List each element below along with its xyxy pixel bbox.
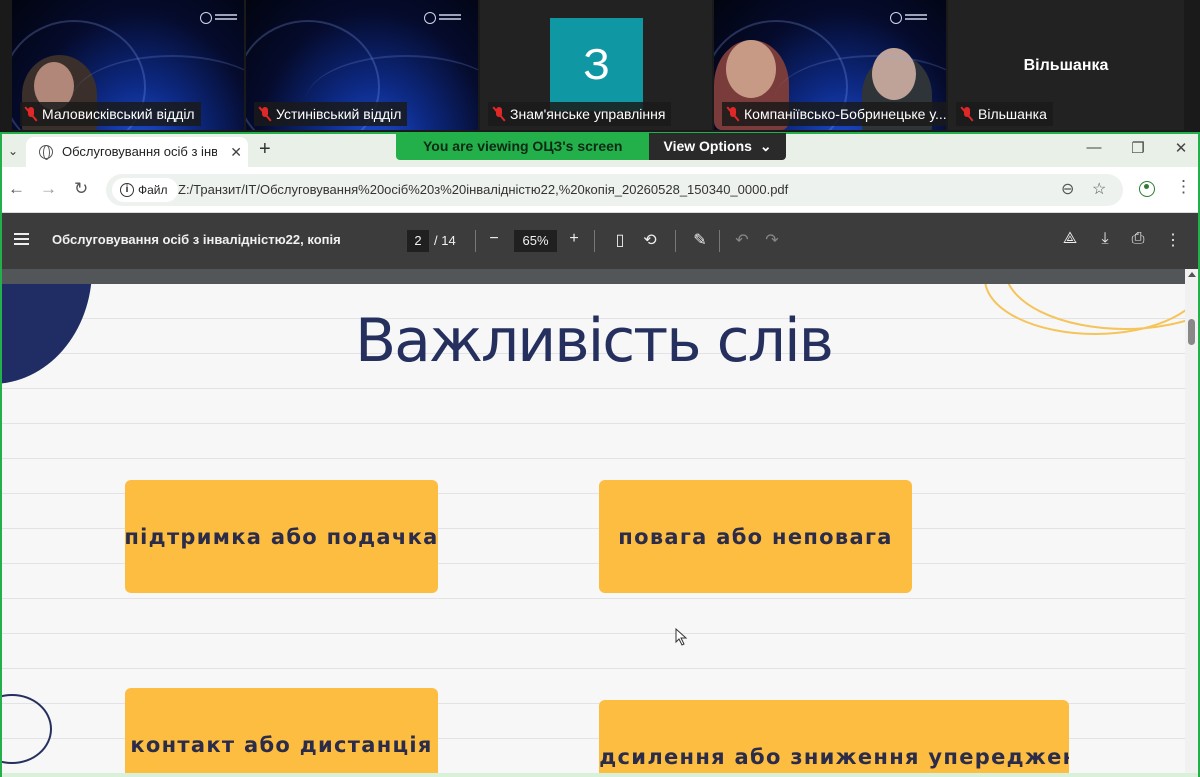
word-pair-card: підсилення або зниження упереджень: [599, 700, 1069, 777]
viewing-indicator: You are viewing ОЦЗ's screen: [396, 133, 650, 160]
participant-avatar: З: [550, 18, 643, 111]
zoom-meeting-window: Маловисківський відділ Устинівський відд…: [0, 0, 1200, 777]
bookmark-star-icon[interactable]: ☆: [1092, 179, 1106, 199]
page-count: / 14: [434, 233, 456, 248]
zoom-out-button[interactable]: −: [483, 230, 505, 248]
profile-icon[interactable]: [1139, 181, 1155, 197]
participant-name-tag: Вільшанка: [956, 102, 1053, 126]
participant-tile-1[interactable]: Маловисківський відділ: [12, 0, 244, 130]
file-chip-label: Файл: [138, 183, 168, 197]
participant-face: [872, 48, 916, 100]
card-text: повага або неповага: [618, 524, 893, 549]
participant-name-tag: Знам'янське управління: [488, 102, 672, 126]
pdf-viewport[interactable]: Важливість слів підтримка або подачка по…: [2, 269, 1198, 777]
pdf-scrollbar[interactable]: [1185, 269, 1198, 777]
mic-muted-icon: [258, 106, 272, 122]
tab-title: Обслуговування осіб з інвалід: [62, 144, 217, 159]
word-pair-card: контакт або дистанція: [125, 688, 438, 777]
participant-name: Компаніївсько-Бобринецьке у...: [744, 106, 946, 122]
close-window-button[interactable]: ✕: [1167, 139, 1195, 157]
slide-title: Важливість слів: [354, 306, 834, 376]
scroll-up-icon[interactable]: [1188, 272, 1196, 277]
decorative-ellipse: [2, 694, 52, 764]
word-pair-card: підтримка або подачка: [125, 480, 438, 593]
redo-icon[interactable]: ↷: [761, 230, 783, 250]
toolbar-divider: [719, 230, 720, 252]
participant-name: Вільшанка: [978, 106, 1047, 122]
annotate-pen-icon[interactable]: ✎: [689, 230, 711, 250]
participant-name: Маловисківський відділ: [42, 106, 195, 122]
mic-muted-icon: [726, 106, 740, 122]
participant-tile-5[interactable]: Вільшанка Вільшанка: [948, 0, 1184, 130]
participant-name: Знам'янське управління: [510, 106, 666, 122]
participant-tile-4[interactable]: Компаніївсько-Бобринецьке у...: [714, 0, 946, 130]
participant-face: [726, 40, 776, 98]
org-logo-icon: [200, 12, 238, 24]
zoom-icon[interactable]: ⊖: [1061, 179, 1074, 199]
participant-tile-2[interactable]: Устинівський відділ: [246, 0, 478, 130]
page-number-input[interactable]: 2: [407, 230, 429, 252]
org-logo-icon: [890, 12, 928, 24]
org-logo-icon: [424, 12, 462, 24]
word-pair-card: повага або неповага: [599, 480, 912, 593]
participant-name-tag: Компаніївсько-Бобринецьке у...: [722, 102, 946, 126]
reload-button[interactable]: ↻: [74, 179, 88, 199]
mouse-cursor-icon: [675, 628, 688, 646]
new-tab-button[interactable]: +: [259, 138, 271, 161]
mic-muted-icon: [960, 106, 974, 122]
pdf-page: Важливість слів підтримка або подачка по…: [2, 284, 1185, 777]
scrollbar-thumb[interactable]: [1188, 319, 1195, 345]
participant-tile-3[interactable]: З Знам'янське управління: [480, 0, 712, 130]
url-text[interactable]: Z:/Транзит/IT/Обслуговування%20осіб%20з%…: [178, 174, 788, 206]
menu-icon[interactable]: [14, 233, 29, 235]
browser-address-bar: ← → ↻ i Файл Z:/Транзит/IT/Обслуговуванн…: [2, 167, 1198, 213]
back-button[interactable]: ←: [8, 179, 25, 199]
participant-name-tag: Маловисківський відділ: [20, 102, 201, 126]
restore-button[interactable]: ❐: [1124, 139, 1152, 157]
card-text: контакт або дистанція: [130, 732, 433, 757]
download-icon[interactable]: ⤓: [1094, 230, 1116, 248]
browser-tab[interactable]: Обслуговування осіб з інвалід ✕: [26, 137, 248, 167]
ai-assist-icon[interactable]: ⟁: [1059, 230, 1081, 248]
minimize-button[interactable]: —: [1080, 139, 1108, 156]
view-options-label: View Options: [663, 138, 752, 154]
participant-strip: Маловисківський відділ Устинівський відд…: [0, 0, 1200, 133]
forward-button[interactable]: →: [40, 179, 57, 199]
undo-icon[interactable]: ↶: [731, 230, 753, 250]
participant-name-tag: Устинівський відділ: [254, 102, 408, 126]
participant-name: Устинівський відділ: [276, 106, 402, 122]
view-options-button[interactable]: View Options ⌄: [649, 133, 786, 160]
document-title: Обслуговування осіб з інвалідністю22, ко…: [52, 232, 341, 247]
more-options-icon[interactable]: ⋮: [1162, 230, 1184, 250]
fit-page-icon[interactable]: ▯: [609, 230, 631, 250]
pdf-toolbar: Обслуговування осіб з інвалідністю22, ко…: [2, 213, 1198, 269]
toolbar-divider: [475, 230, 476, 252]
share-frame-bottom: [0, 773, 1200, 777]
toolbar-divider: [675, 230, 676, 252]
info-icon: i: [120, 183, 134, 197]
zoom-in-button[interactable]: +: [563, 230, 585, 248]
participant-video: [862, 55, 932, 130]
close-icon[interactable]: ✕: [230, 137, 242, 167]
print-icon[interactable]: ⎙: [1127, 230, 1149, 248]
globe-icon: [39, 145, 53, 160]
zoom-level-input[interactable]: 65%: [514, 230, 557, 252]
mic-muted-icon: [24, 106, 38, 122]
site-info-chip[interactable]: i Файл: [112, 178, 178, 202]
screen-share-banner: You are viewing ОЦЗ's screen View Option…: [396, 133, 786, 160]
card-text: підсилення або зниження упереджень: [599, 744, 1069, 769]
chevron-down-icon: ⌄: [759, 138, 772, 154]
toolbar-divider: [594, 230, 595, 252]
browser-menu-icon[interactable]: ⋮: [1175, 177, 1192, 197]
rotate-icon[interactable]: ⟲: [639, 230, 661, 250]
omnibox[interactable]: i Файл Z:/Транзит/IT/Обслуговування%20ос…: [106, 174, 1123, 206]
mic-muted-icon: [492, 106, 506, 122]
participant-display-name: Вільшанка: [1023, 57, 1109, 74]
tab-search-icon[interactable]: ⌄: [2, 140, 24, 162]
card-text: підтримка або подачка: [125, 524, 438, 549]
